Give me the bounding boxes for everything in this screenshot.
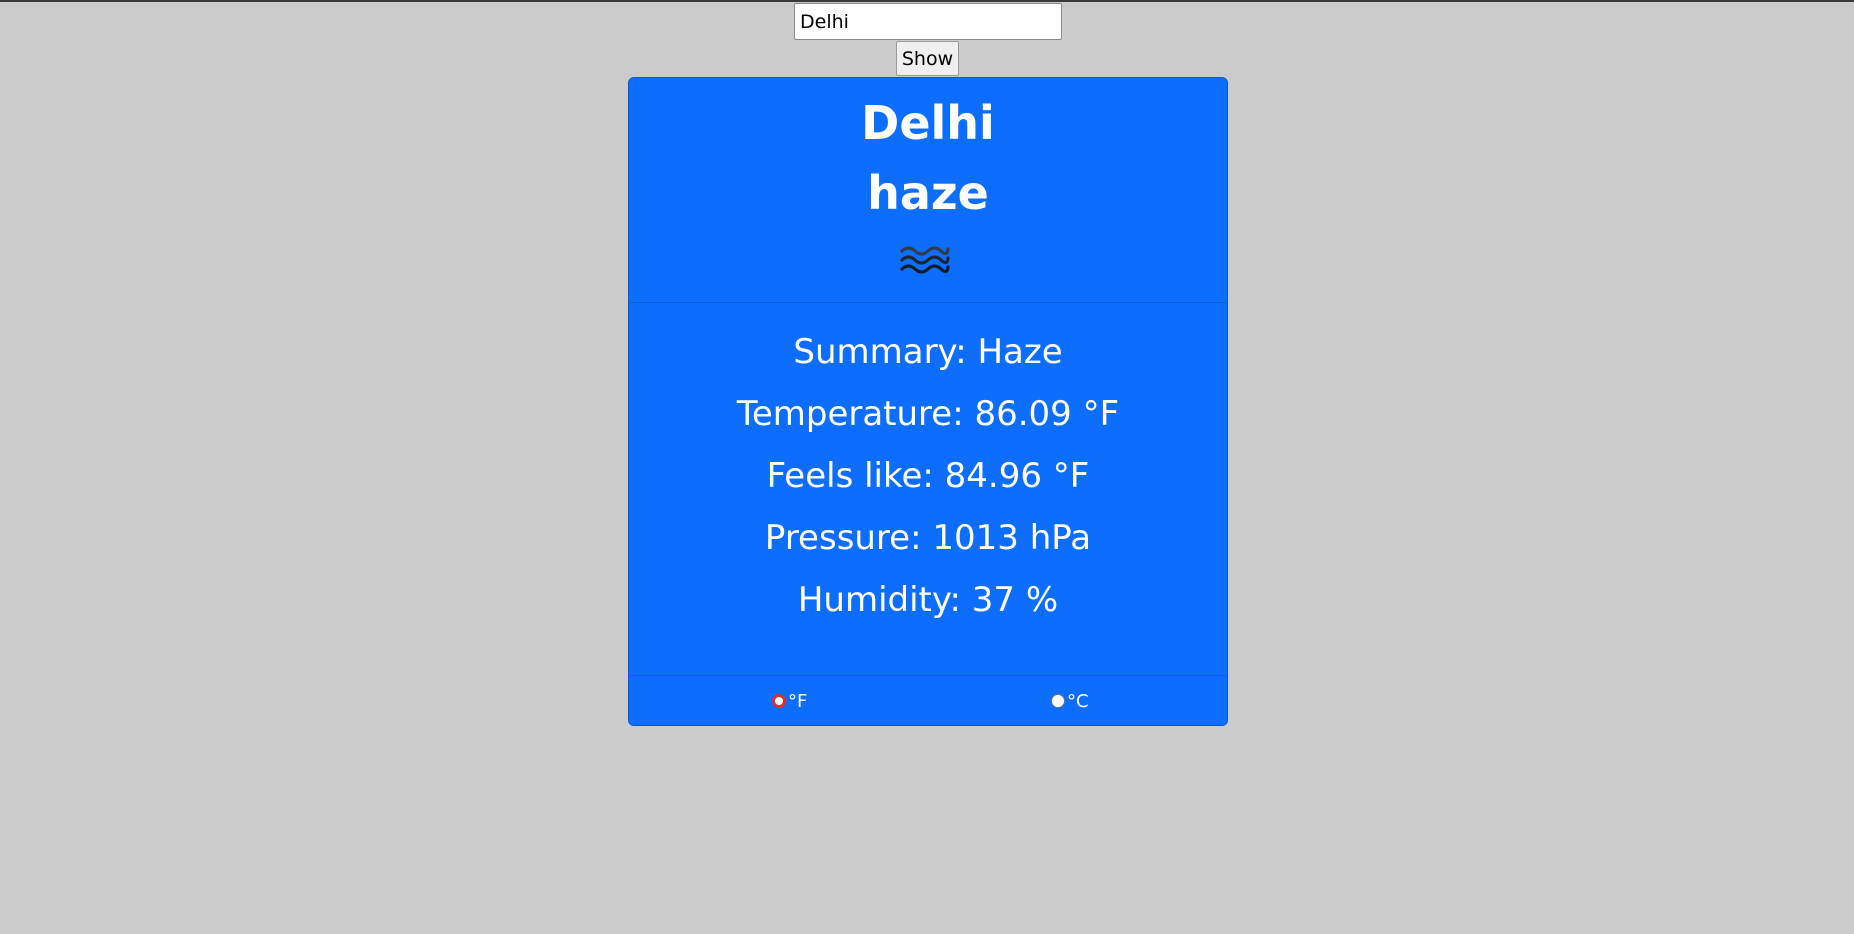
card-header: Delhi haze bbox=[629, 78, 1227, 303]
city-search-input[interactable] bbox=[794, 3, 1062, 40]
celsius-option[interactable]: °C bbox=[1051, 690, 1089, 712]
feels-like-text: Feels like: 84.96 °F bbox=[766, 456, 1090, 496]
haze-icon bbox=[900, 246, 950, 274]
humidity-text: Humidity: 37 % bbox=[797, 580, 1059, 620]
celsius-label: °C bbox=[1067, 690, 1089, 712]
weather-condition: haze bbox=[867, 166, 989, 220]
weather-card: Delhi haze Summary: Haze Temperature: 86… bbox=[628, 77, 1228, 726]
celsius-radio[interactable] bbox=[1051, 694, 1065, 708]
fahrenheit-label: °F bbox=[788, 690, 808, 712]
fahrenheit-radio[interactable] bbox=[772, 694, 786, 708]
summary-text: Summary: Haze bbox=[793, 332, 1063, 372]
unit-toggle: °F °C bbox=[629, 675, 1227, 725]
fahrenheit-option[interactable]: °F bbox=[772, 690, 807, 712]
pressure-text: Pressure: 1013 hPa bbox=[764, 518, 1092, 558]
card-body: Summary: Haze Temperature: 86.09 °F Feel… bbox=[629, 303, 1227, 725]
show-button[interactable]: Show bbox=[896, 41, 959, 76]
temperature-text: Temperature: 86.09 °F bbox=[736, 394, 1120, 434]
city-name: Delhi bbox=[861, 96, 995, 150]
